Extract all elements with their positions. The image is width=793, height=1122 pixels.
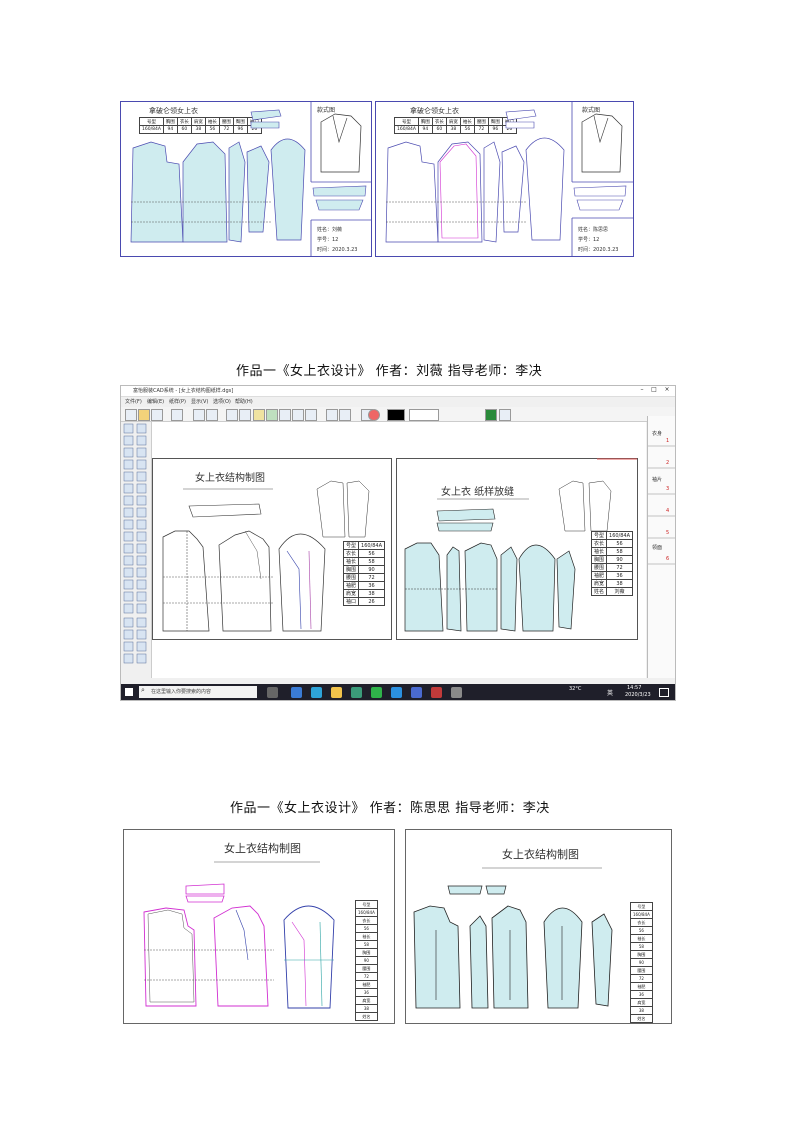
plot-icon[interactable]: [193, 409, 205, 421]
mail-icon[interactable]: [411, 687, 422, 698]
explorer-icon[interactable]: [331, 687, 342, 698]
wechat-icon[interactable]: [371, 687, 382, 698]
app-icon[interactable]: [391, 687, 402, 698]
main-toolbar: [121, 407, 675, 422]
menu-view[interactable]: 显示(V): [191, 398, 208, 405]
seam-spec-table: 号型 160/84A 衣长 56 袖长 58 胸围 90 腰围 72 袖肥 36 肩宽 38 …: [590, 531, 634, 596]
pattern-list-icon[interactable]: [279, 409, 291, 421]
info-name: 姓名：刘薇: [317, 227, 343, 233]
info-name: 姓名：陈思思: [578, 227, 609, 233]
cad-app-icon-2[interactable]: [451, 687, 462, 698]
menu-edit[interactable]: 编辑(E): [147, 398, 164, 405]
tool-palette: [121, 422, 152, 678]
bottom-structure-drawing: [143, 861, 335, 1009]
input-language[interactable]: 英: [607, 688, 613, 697]
seam-icon[interactable]: [305, 409, 317, 421]
print-icon[interactable]: [171, 409, 183, 421]
maximize-button[interactable]: □: [649, 386, 659, 395]
tool-icons[interactable]: [121, 422, 151, 678]
task-view-icon[interactable]: [267, 687, 278, 698]
clock-date[interactable]: 2020/3/23: [625, 692, 651, 698]
menu-options[interactable]: 选项(O): [213, 398, 231, 405]
edge-legacy-icon[interactable]: [291, 687, 302, 698]
save-file-icon[interactable]: [151, 409, 163, 421]
layout-icon[interactable]: [485, 409, 497, 421]
pattern-thumbnails: [648, 445, 675, 565]
mirror-icon[interactable]: [339, 409, 351, 421]
top-pattern-sheet-left: 拿破仑领女上衣 款式图 号型胸围衣长肩宽袖长腰围臀围袖口 160/84A9460…: [120, 101, 372, 257]
info-number: 学号：12: [317, 237, 339, 243]
menu-bar: 文件(F) 编辑(E) 纸样(P) 显示(V) 选项(O) 帮助(H): [121, 397, 675, 406]
caption-work-1: 作品一《女上衣设计》 作者：刘薇 指导老师：李决: [236, 364, 543, 379]
new-file-icon[interactable]: [125, 409, 137, 421]
edge-browser-icon[interactable]: [311, 687, 322, 698]
bottom-structure-sheet-left: 女上衣结构制图 号型 160/84A 衣长 56 袖长 58 胸围 90 腰围 72 袖肥…: [123, 829, 395, 1024]
info-number: 学号：12: [578, 237, 600, 243]
menu-file[interactable]: 文件(F): [125, 398, 142, 405]
taskbar-search-placeholder: 在这里输入你要搜索的内容: [151, 689, 212, 695]
notification-icon[interactable]: [659, 688, 669, 697]
notch-icon[interactable]: [292, 409, 304, 421]
cad-app-icon[interactable]: [431, 687, 442, 698]
cad-window: 富怡服装CAD系统 - [女上衣结构图纸样.dgs] – □ × 文件(F) 编…: [120, 385, 676, 701]
help-pointer-icon[interactable]: [499, 409, 511, 421]
color-wheel-icon[interactable]: [368, 409, 380, 421]
search-icon: ⌕: [141, 686, 145, 694]
measure-icon[interactable]: [253, 409, 265, 421]
info-date: 时间：2020.3.23: [578, 247, 619, 253]
info-date: 时间：2020.3.23: [317, 247, 358, 253]
rotate-icon[interactable]: [326, 409, 338, 421]
bottom-spec-table: 号型 160/84A 衣长 56 袖长 58 胸围 90 腰围 72 袖肥 36 肩宽 38 …: [355, 900, 378, 1021]
seam-allowance-sheet: 女上衣 纸样放缝 号型 160/84A 衣长 56 袖长 58 胸围 90 腰围…: [396, 458, 638, 640]
structure-sheet: 女上衣结构制图 号型 160/84A 衣长 56 袖长 58 胸围 90 腰围 …: [152, 458, 392, 640]
undo-icon[interactable]: [226, 409, 238, 421]
caption-work-2: 作品一《女上衣设计》 作者：陈思思 指导老师：李决: [230, 801, 550, 816]
window-title: 富怡服装CAD系统 - [女上衣结构图纸样.dgs]: [133, 388, 234, 394]
redo-icon[interactable]: [239, 409, 251, 421]
taskbar: ⌕ 在这里输入你要搜索的内容 32°C 英 14:57 2020/3/23: [121, 684, 675, 700]
window-titlebar: 富怡服装CAD系统 - [女上衣结构图纸样.dgs] – □ ×: [121, 386, 675, 397]
close-button[interactable]: ×: [662, 386, 672, 395]
layer-icon[interactable]: [266, 409, 278, 421]
pattern-list-panel[interactable]: 衣身 1 2 袖片 3 4 5 领面 6: [647, 416, 675, 678]
structure-spec-table: 号型 160/84A 衣长 56 袖长 58 胸围 90 腰围 72 袖肥 36 肩宽 38 …: [342, 541, 386, 606]
menu-help[interactable]: 帮助(H): [235, 398, 253, 405]
minimize-button[interactable]: –: [637, 386, 647, 395]
store-icon[interactable]: [351, 687, 362, 698]
drawing-canvas[interactable]: 女上衣结构制图 号型 160/84A 衣长 56 袖长 58 胸围 90 腰围 …: [152, 422, 646, 678]
windows-start-icon[interactable]: [125, 688, 133, 696]
grading-icon[interactable]: [206, 409, 218, 421]
bottom-spec-table: 号型 160/84A 衣长 56 袖长 58 胸围 90 腰围 72 袖肥 36 肩宽 38 …: [630, 902, 653, 1023]
taskbar-search-box[interactable]: ⌕ 在这里输入你要搜索的内容: [139, 686, 257, 698]
clock-time[interactable]: 14:57: [627, 685, 641, 691]
top-pattern-sheet-right: 拿破仑领女上衣 款式图 号型胸围衣长肩宽袖长腰围臀围袖口 160/84A9460…: [375, 101, 634, 257]
menu-pattern[interactable]: 纸样(P): [169, 398, 186, 405]
color-picker-box[interactable]: [387, 409, 405, 421]
weather-text: 32°C: [569, 686, 582, 692]
line-style-dropdown[interactable]: [409, 409, 439, 421]
bottom-structure-sheet-right: 女上衣结构制图 号型 160/84A 衣长 56 袖长 58 胸围 90 腰围 72 袖肥…: [405, 829, 672, 1024]
open-file-icon[interactable]: [138, 409, 150, 421]
